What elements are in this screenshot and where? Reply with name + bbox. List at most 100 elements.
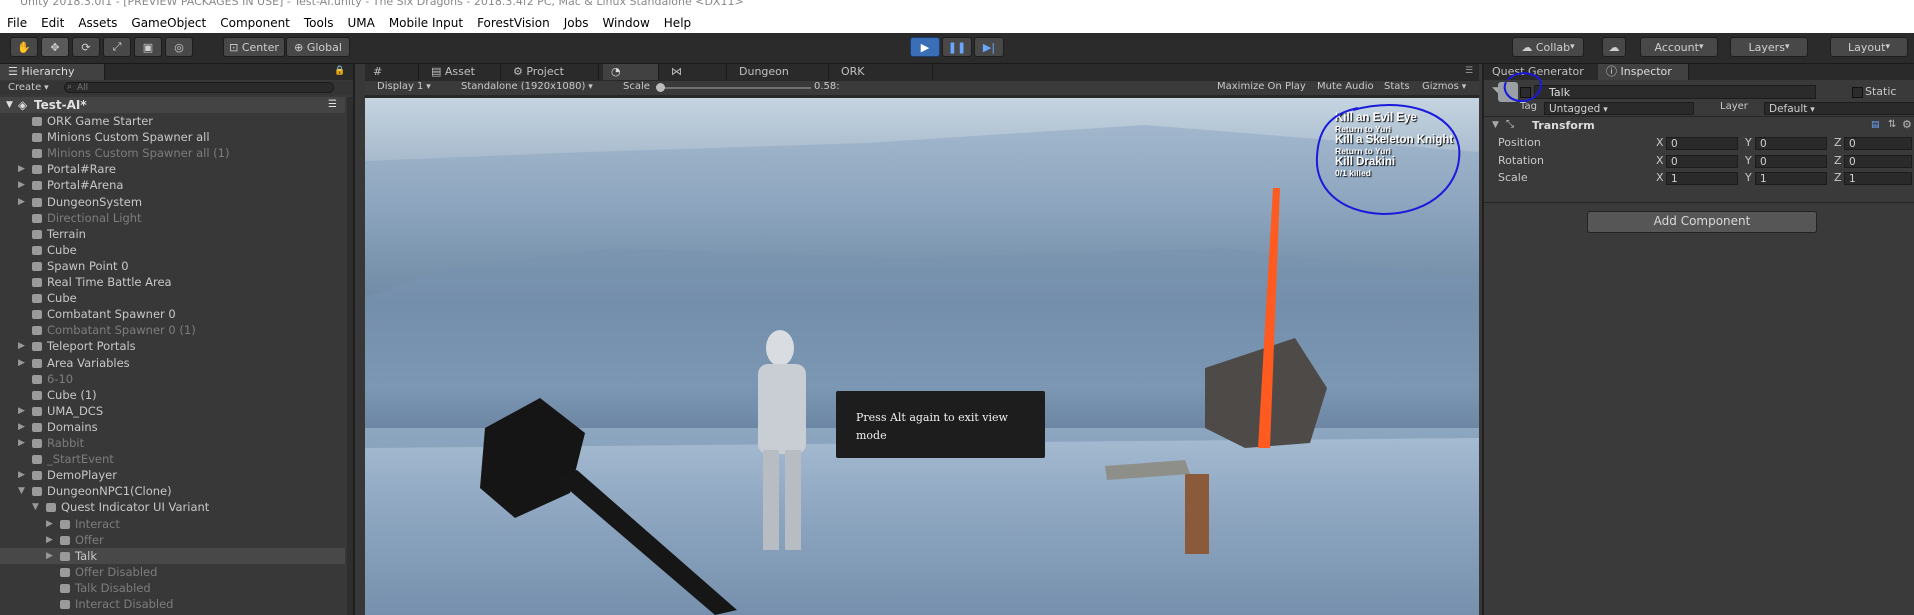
static-checkbox[interactable] <box>1852 87 1863 98</box>
expand-arrow-icon[interactable]: ▶ <box>46 516 53 532</box>
tab-inspector[interactable]: ⓘ Inspector <box>1598 64 1689 80</box>
menu-item-forestvision[interactable]: ForestVision <box>470 16 557 30</box>
collab-dropdown[interactable]: ☁ Collab <box>1512 37 1584 57</box>
pivot-center-toggle[interactable]: ⊡ Center <box>223 37 285 57</box>
hierarchy-item[interactable]: Cube <box>32 242 77 258</box>
cloud-button[interactable]: ☁ <box>1602 37 1626 57</box>
tab-hierarchy[interactable]: ☰ Hierarchy <box>0 64 105 80</box>
expand-arrow-icon[interactable]: ▼ <box>18 483 25 499</box>
transform-expand-icon[interactable]: ▼ <box>1492 120 1499 130</box>
transform-scale-x-input[interactable]: 1 <box>1666 172 1738 185</box>
expand-arrow-icon[interactable]: ▶ <box>18 177 25 193</box>
hierarchy-item[interactable]: 6-10 <box>32 371 73 387</box>
rect-tool-button[interactable]: ▣ <box>134 37 162 57</box>
menu-item-file[interactable]: File <box>0 16 34 30</box>
hierarchy-item[interactable]: ▶ DemoPlayer <box>18 467 117 483</box>
hierarchy-item[interactable]: ▶ Interact <box>46 516 120 532</box>
create-dropdown[interactable]: Create <box>8 81 49 95</box>
layer-dropdown[interactable]: Default <box>1764 102 1914 115</box>
hierarchy-item[interactable]: ▶ Teleport Portals <box>18 338 136 354</box>
menu-item-component[interactable]: Component <box>213 16 297 30</box>
layers-dropdown[interactable]: Layers <box>1730 37 1808 57</box>
menu-item-uma[interactable]: UMA <box>340 16 381 30</box>
hierarchy-item[interactable]: ▶ Offer <box>46 532 104 548</box>
transform-rotation-x-input[interactable]: 0 <box>1666 154 1738 168</box>
hierarchy-item[interactable]: ▶ Portal#Arena <box>18 177 123 193</box>
transform-tool-button[interactable]: ◎ <box>165 37 193 57</box>
layout-dropdown[interactable]: Layout <box>1830 37 1908 57</box>
hierarchy-item[interactable]: ▶ DungeonSystem <box>18 194 142 210</box>
mute-audio-toggle[interactable]: Mute Audio <box>1317 81 1374 92</box>
transform-position-z-input[interactable]: 0 <box>1844 137 1912 150</box>
menu-item-tools[interactable]: Tools <box>297 16 341 30</box>
scene-expand-arrow-icon[interactable]: ▼ <box>6 97 13 113</box>
hierarchy-item[interactable]: Spawn Point 0 <box>32 258 129 274</box>
expand-arrow-icon[interactable]: ▼ <box>32 499 39 515</box>
scale-slider-knob[interactable] <box>656 83 666 92</box>
hierarchy-item[interactable]: ▶ Portal#Rare <box>18 161 116 177</box>
transform-position-y-input[interactable]: 0 <box>1755 137 1827 150</box>
pause-button[interactable]: ❚❚ <box>942 37 972 57</box>
expand-arrow-icon[interactable]: ▶ <box>18 338 25 354</box>
space-global-toggle[interactable]: ⊕ Global <box>286 37 350 57</box>
expand-arrow-icon[interactable]: ▶ <box>46 548 53 564</box>
transform-scale-z-input[interactable]: 1 <box>1844 172 1912 185</box>
menu-item-jobs[interactable]: Jobs <box>557 16 596 30</box>
hierarchy-item[interactable]: ▶ Area Variables <box>18 355 130 371</box>
hierarchy-item[interactable]: Minions Custom Spawner all (1) <box>32 145 229 161</box>
hierarchy-item[interactable]: Terrain <box>32 226 86 242</box>
tab-asset-store[interactable]: ▤ Asset Store <box>423 64 501 94</box>
tab-animator[interactable]: ⋈ Animator <box>663 64 727 94</box>
menu-item-assets[interactable]: Assets <box>71 16 124 30</box>
scene-menu-icon[interactable]: ☰ <box>328 97 337 113</box>
tab-dungeon-theme[interactable]: Dungeon Theme <box>731 64 829 94</box>
expand-arrow-icon[interactable]: ▶ <box>18 355 25 371</box>
tab-project-settings[interactable]: ⚙ Project Settings <box>505 64 599 94</box>
hierarchy-item[interactable]: ▶ Domains <box>18 419 98 435</box>
hierarchy-item[interactable]: Interact Disabled <box>60 596 174 612</box>
expand-arrow-icon[interactable]: ▶ <box>18 194 25 210</box>
maximize-on-play-toggle[interactable]: Maximize On Play <box>1217 81 1306 92</box>
hierarchy-search-input[interactable]: ⌕ All <box>64 82 334 93</box>
hierarchy-item[interactable]: Talk Disabled <box>60 580 151 596</box>
game-viewport[interactable]: Press Alt again to exit view mode Kill a… <box>365 98 1479 615</box>
hierarchy-item[interactable]: Cube <box>32 290 77 306</box>
hierarchy-item[interactable]: ▼ DungeonNPC1(Clone) <box>18 483 172 499</box>
step-button[interactable]: ▶| <box>974 37 1004 57</box>
hand-tool-button[interactable]: ✋ <box>10 37 38 57</box>
scale-slider-track[interactable] <box>657 87 811 89</box>
hierarchy-item[interactable]: ORK Game Starter <box>32 113 153 129</box>
hierarchy-item[interactable]: Minions Custom Spawner all <box>32 129 210 145</box>
expand-arrow-icon[interactable]: ▶ <box>18 419 25 435</box>
move-tool-button[interactable]: ✥ <box>41 37 69 57</box>
transform-position-x-input[interactable]: 0 <box>1666 137 1738 150</box>
hierarchy-item[interactable]: Cube (1) <box>32 387 97 403</box>
transform-scale-y-input[interactable]: 1 <box>1755 172 1827 185</box>
hierarchy-item[interactable]: Combatant Spawner 0 <box>32 306 176 322</box>
tab-game[interactable]: ◔ Game <box>603 64 659 94</box>
hierarchy-item[interactable]: _StartEvent <box>32 451 114 467</box>
lock-icon[interactable]: 🔒 <box>334 66 345 76</box>
hierarchy-item[interactable]: ▶ Rabbit <box>18 435 84 451</box>
hierarchy-item[interactable]: Offer Disabled <box>60 564 157 580</box>
component-gear-icon[interactable]: ⚙ <box>1902 118 1912 131</box>
resolution-dropdown[interactable]: Standalone (1920x1080) <box>461 81 593 92</box>
expand-arrow-icon[interactable]: ▶ <box>46 532 53 548</box>
expand-arrow-icon[interactable]: ▶ <box>18 467 25 483</box>
menu-item-edit[interactable]: Edit <box>34 16 71 30</box>
menu-item-help[interactable]: Help <box>657 16 698 30</box>
account-dropdown[interactable]: Account <box>1640 37 1718 57</box>
add-component-button[interactable]: Add Component <box>1587 211 1817 233</box>
expand-arrow-icon[interactable]: ▶ <box>18 403 25 419</box>
tab-scene[interactable]: # Scene <box>365 64 419 94</box>
hierarchy-item[interactable]: ▶ UMA_DCS <box>18 403 103 419</box>
preset-icon[interactable]: ⇅ <box>1888 119 1896 130</box>
hierarchy-item[interactable]: ▼ Quest Indicator UI Variant <box>32 499 209 515</box>
stats-toggle[interactable]: Stats <box>1384 81 1410 92</box>
tag-dropdown[interactable]: Untagged <box>1544 102 1694 115</box>
tab-ork-framework[interactable]: ORK Framework <box>833 64 933 94</box>
hierarchy-item[interactable]: Real Time Battle Area <box>32 274 172 290</box>
panel-menu-icon[interactable]: ☰ <box>1465 66 1473 76</box>
reference-icon[interactable]: ▤ <box>1871 120 1880 130</box>
menu-item-window[interactable]: Window <box>595 16 656 30</box>
